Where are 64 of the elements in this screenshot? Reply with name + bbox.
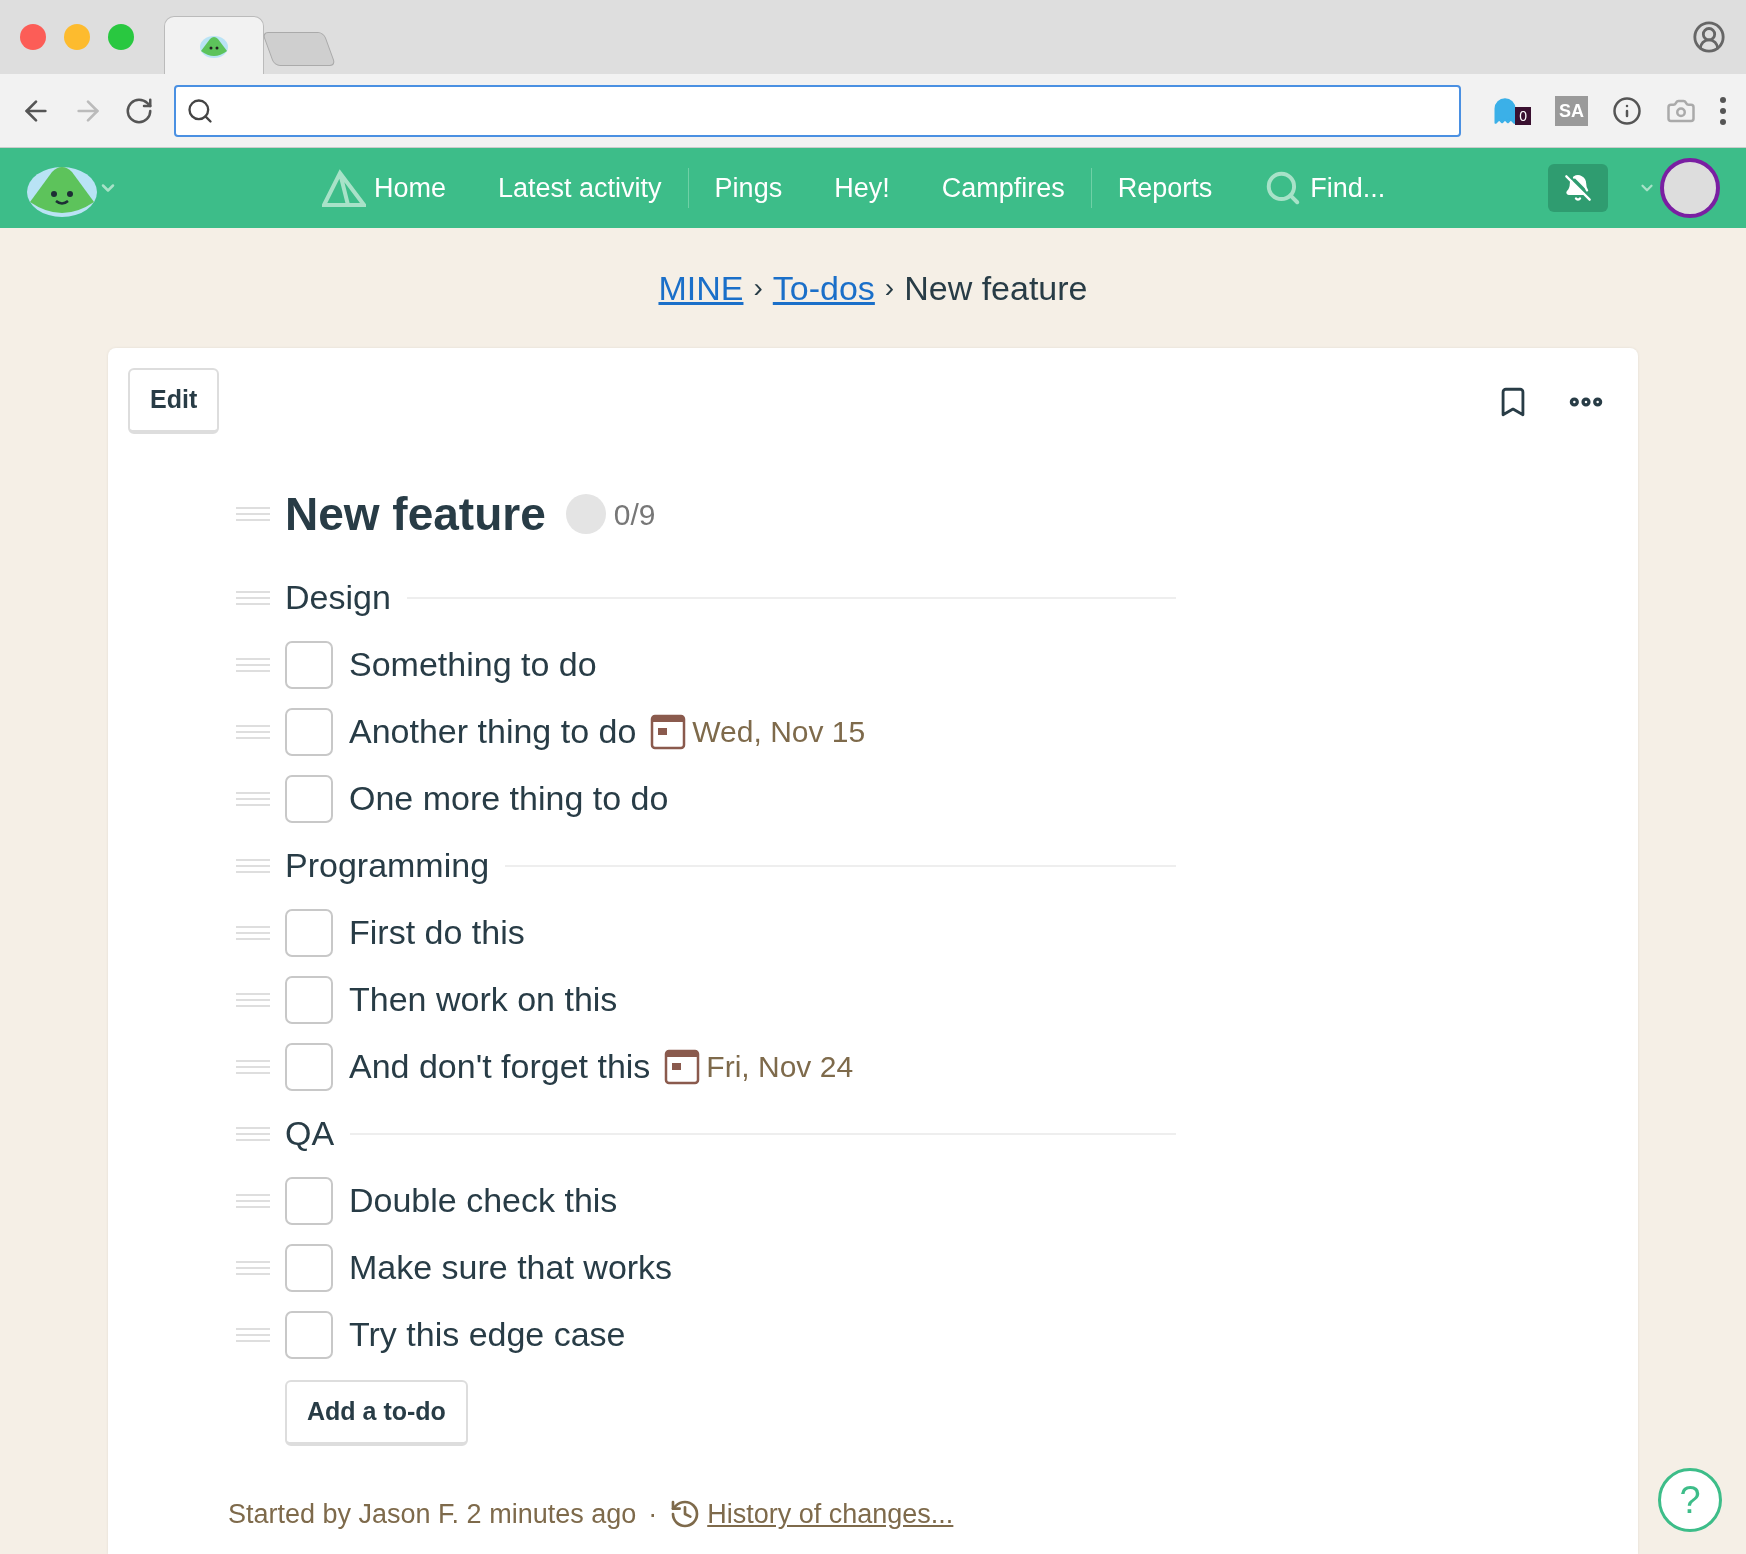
group-heading[interactable]: QA xyxy=(285,1108,335,1159)
maximize-window-button[interactable] xyxy=(108,24,134,50)
drag-handle-icon[interactable] xyxy=(236,1260,270,1275)
todo-text[interactable]: Double check this xyxy=(349,1175,618,1226)
breadcrumb-current: New feature xyxy=(904,267,1088,309)
todo-checkbox[interactable] xyxy=(285,1176,333,1225)
group-heading[interactable]: Design xyxy=(285,572,391,623)
progress-count: 0/9 xyxy=(613,496,656,533)
todo-text[interactable]: Another thing to do xyxy=(349,706,637,757)
calendar-icon xyxy=(664,1048,701,1085)
todo-text[interactable]: Make sure that works xyxy=(349,1242,673,1293)
close-window-button[interactable] xyxy=(20,24,46,50)
profile-icon[interactable] xyxy=(1692,20,1726,54)
drag-handle-icon[interactable] xyxy=(236,992,270,1007)
todo-text[interactable]: Then work on this xyxy=(349,974,618,1025)
drag-handle-icon[interactable] xyxy=(236,507,270,521)
breadcrumb-link[interactable]: MINE xyxy=(658,262,744,314)
drag-handle-icon[interactable] xyxy=(236,791,270,806)
todo-text[interactable]: Try this edge case xyxy=(349,1309,626,1360)
breadcrumb-separator: › xyxy=(884,271,895,305)
todo-checkbox[interactable] xyxy=(285,707,333,756)
drag-handle-icon[interactable] xyxy=(236,1126,270,1141)
separator-dot: · xyxy=(648,1498,658,1531)
todo-checkbox[interactable] xyxy=(285,1042,333,1091)
list-title[interactable]: New feature xyxy=(285,479,546,549)
drag-handle-icon[interactable] xyxy=(236,590,270,605)
add-todo-button[interactable]: Add a to-do xyxy=(285,1380,468,1446)
minimize-window-button[interactable] xyxy=(64,24,90,50)
search-icon xyxy=(186,96,214,125)
group-heading[interactable]: Programming xyxy=(285,840,490,891)
drag-handle-icon[interactable] xyxy=(236,1193,270,1208)
edit-button[interactable]: Edit xyxy=(128,368,220,434)
todo-text[interactable]: First do this xyxy=(349,907,525,958)
notifications-button[interactable] xyxy=(1548,164,1608,212)
history-link[interactable]: History of changes... xyxy=(707,1494,954,1535)
drag-handle-icon[interactable] xyxy=(236,724,270,739)
bell-off-icon xyxy=(1564,174,1592,202)
drag-handle-icon[interactable] xyxy=(236,925,270,940)
due-date[interactable]: Wed, Nov 15 xyxy=(692,709,866,754)
todo-checkbox[interactable] xyxy=(285,640,333,689)
todo-checkbox[interactable] xyxy=(285,1310,333,1359)
breadcrumb-link[interactable]: To-dos xyxy=(772,262,875,314)
todo-checkbox[interactable] xyxy=(285,774,333,823)
todo-checkbox[interactable] xyxy=(285,1243,333,1292)
drag-handle-icon[interactable] xyxy=(236,1059,270,1074)
breadcrumb-separator: › xyxy=(753,271,763,305)
todo-checkbox[interactable] xyxy=(285,908,333,957)
due-date[interactable]: Fri, Nov 24 xyxy=(706,1044,854,1089)
address-field[interactable] xyxy=(174,84,1462,137)
todo-checkbox[interactable] xyxy=(285,975,333,1024)
browser-tab[interactable] xyxy=(164,16,264,74)
todo-text[interactable]: Something to do xyxy=(349,639,597,690)
drag-handle-icon[interactable] xyxy=(236,657,270,672)
drag-handle-icon[interactable] xyxy=(236,858,270,873)
info-icon[interactable] xyxy=(1612,95,1642,126)
started-by-text: Started by Jason F. 2 minutes ago xyxy=(228,1498,637,1531)
drag-handle-icon[interactable] xyxy=(236,1327,270,1342)
todo-text[interactable]: One more thing to do xyxy=(349,773,669,824)
calendar-icon xyxy=(650,713,687,750)
menu-icon[interactable] xyxy=(1720,96,1726,125)
tent-icon xyxy=(322,169,366,207)
avatar[interactable] xyxy=(1660,158,1720,218)
todo-text[interactable]: And don't forget this xyxy=(349,1041,651,1092)
extension-badge: 0 xyxy=(1515,106,1531,125)
